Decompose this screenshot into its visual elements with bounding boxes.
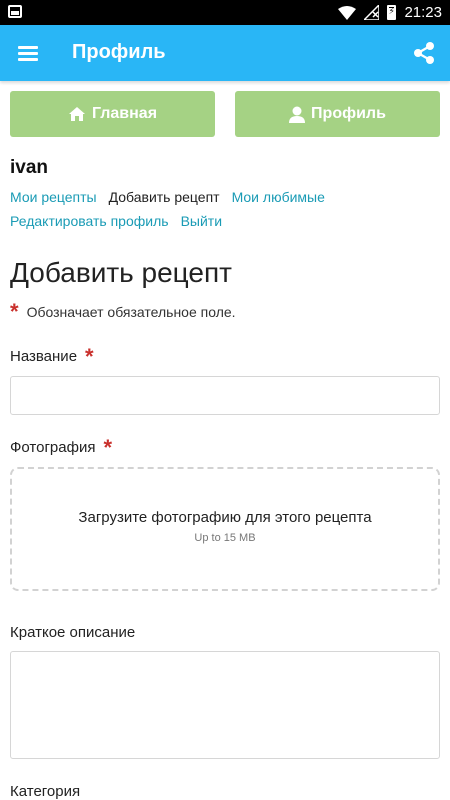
home-button-label: Главная bbox=[91, 105, 158, 122]
user-icon bbox=[289, 106, 306, 123]
menu-icon[interactable] bbox=[18, 42, 40, 64]
home-icon bbox=[68, 107, 85, 121]
profile-button-label: Профиль bbox=[311, 105, 386, 122]
name-input[interactable] bbox=[10, 376, 440, 415]
image-icon bbox=[8, 5, 22, 18]
name-label-text: Название bbox=[10, 348, 78, 365]
edit-profile-link[interactable]: Редактировать профиль bbox=[10, 213, 169, 229]
category-label-text: Категория bbox=[10, 783, 81, 800]
required-note-text: Обозначает обязательное поле. bbox=[26, 304, 236, 320]
my-recipes-link[interactable]: Мои рецепты bbox=[10, 189, 97, 205]
clock: 21:23 bbox=[404, 4, 442, 21]
logout-link[interactable]: Выйти bbox=[181, 213, 222, 229]
app-bar: Профиль bbox=[0, 25, 450, 81]
summary-label: Краткое описание bbox=[10, 624, 135, 641]
photo-upload-dropzone[interactable]: Загрузите фотографию для этого рецепта U… bbox=[10, 467, 440, 591]
summary-label-text: Краткое описание bbox=[10, 624, 136, 641]
app-bar-title: Профиль bbox=[72, 41, 166, 63]
page-title: Добавить рецепт bbox=[10, 257, 232, 288]
status-bar: 21:23 bbox=[0, 0, 450, 25]
photo-label-text: Фотография bbox=[10, 439, 96, 456]
asterisk-icon: * bbox=[85, 343, 94, 369]
share-icon[interactable] bbox=[410, 39, 438, 67]
photo-label: Фотография * bbox=[10, 434, 113, 460]
asterisk-icon: * bbox=[103, 434, 113, 460]
add-recipe-current: Добавить рецепт bbox=[108, 189, 220, 205]
upload-instruction: Загрузите фотографию для этого рецепта bbox=[78, 509, 372, 526]
name-label: Название * bbox=[10, 343, 94, 369]
required-note: * Обозначает обязательное поле. bbox=[10, 299, 236, 324]
status-icons: 21:23 bbox=[338, 3, 442, 22]
profile-button[interactable]: Профиль bbox=[235, 91, 440, 137]
upload-size-limit: Up to 15 MB bbox=[194, 532, 256, 544]
battery-icon bbox=[387, 5, 397, 20]
signal-icon bbox=[364, 5, 380, 20]
home-button[interactable]: Главная bbox=[10, 91, 215, 137]
summary-textarea[interactable] bbox=[10, 651, 440, 759]
category-label: Категория bbox=[10, 783, 80, 800]
profile-links: Мои рецепты Добавить рецепт Мои любимые Ре… bbox=[10, 185, 440, 233]
username: ivan bbox=[10, 157, 49, 178]
asterisk-icon: * bbox=[10, 299, 19, 324]
favorites-link[interactable]: Мои любимые bbox=[232, 189, 325, 205]
wifi-icon bbox=[338, 5, 357, 20]
